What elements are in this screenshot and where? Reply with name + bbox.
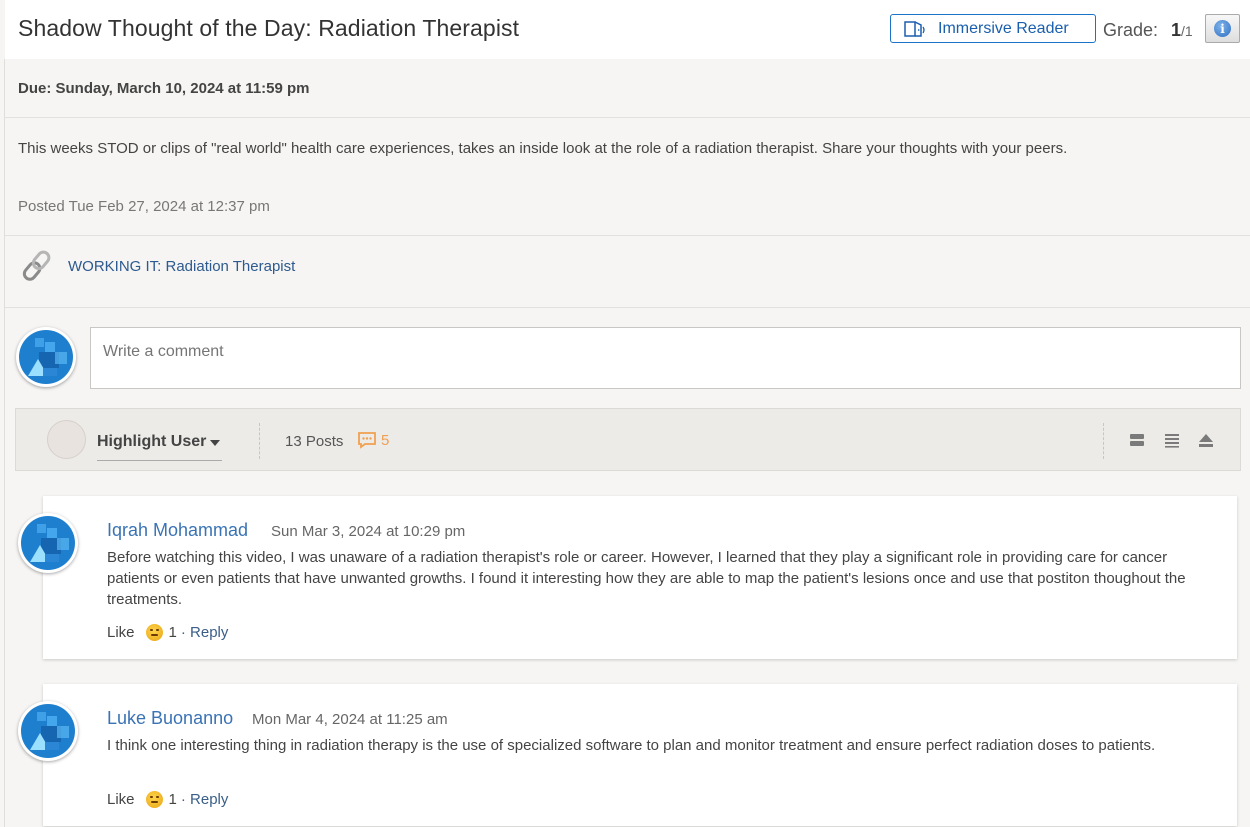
post-date: Mon Mar 4, 2024 at 11:25 am [252,711,448,728]
collapse-view-icon[interactable] [1198,432,1214,448]
reply-button[interactable]: · Reply [181,791,229,808]
author-avatar[interactable] [18,701,78,761]
grade-score: 1 [1171,20,1182,40]
highlight-user-dropdown[interactable]: Highlight User [97,429,222,461]
page-title: Shadow Thought of the Day: Radiation The… [18,15,520,41]
post-body: I think one interesting thing in radiati… [107,737,1156,754]
author-avatar[interactable] [18,513,78,573]
divider [5,235,1250,236]
posts-count: 13 Posts [285,433,344,450]
left-border [4,59,5,827]
comment-bubble-icon [358,432,376,449]
post-author[interactable]: Luke Buonanno [107,708,233,729]
post-actions: Like 1 · Reply [107,791,228,808]
reply-button[interactable]: · Reply [181,624,229,641]
unread-count: 5 [381,431,390,449]
grade-total: /1 [1181,23,1193,39]
like-count: 1 [168,791,177,808]
toolbar-separator [1103,423,1104,459]
immersive-reader-label: Immersive Reader [938,19,1069,37]
chain-link-icon [22,250,51,281]
comment-input[interactable] [90,327,1241,389]
post-actions: Like 1 · Reply [107,624,228,641]
post-date: Sun Mar 3, 2024 at 10:29 pm [271,523,466,540]
grade-info-button[interactable]: i [1205,14,1240,43]
avatar-pattern-icon [28,338,67,376]
reaction-emoji-icon [145,624,163,641]
avatar-pattern-icon [30,524,69,562]
highlight-user-avatar [47,420,86,459]
immersive-reader-icon [904,20,925,37]
page-header: Shadow Thought of the Day: Radiation The… [5,0,1250,59]
resource-link-row: WORKING IT: Radiation Therapist [18,246,295,286]
post-card: Iqrah Mohammad Sun Mar 3, 2024 at 10:29 … [43,496,1237,659]
like-count: 1 [168,624,177,641]
divider [5,117,1250,118]
post-card: Luke Buonanno Mon Mar 4, 2024 at 11:25 a… [43,684,1237,826]
reaction-emoji-icon [145,791,163,808]
due-date: Due: Sunday, March 10, 2024 at 11:59 pm [18,80,310,97]
grade-value: 1/1 [1171,20,1193,41]
avatar-pattern-icon [30,712,69,750]
toolbar-separator [259,423,260,459]
post-body: Before watching this video, I was unawar… [107,549,1186,608]
list-view-icon[interactable] [1164,432,1180,448]
divider [5,307,1250,308]
unread-comments-button[interactable]: 5 [357,431,389,449]
posted-date: Posted Tue Feb 27, 2024 at 12:37 pm [18,198,270,215]
discussion-toolbar: Highlight User 13 Posts 5 [15,408,1241,471]
resource-link[interactable]: WORKING IT: Radiation Therapist [68,258,295,275]
like-button[interactable]: Like [107,624,135,641]
like-button[interactable]: Like [107,791,135,808]
grade-label: Grade: [1103,20,1159,40]
expand-view-icon[interactable] [1129,432,1145,448]
info-icon: i [1214,20,1231,37]
current-user-avatar [16,327,76,387]
post-author[interactable]: Iqrah Mohammad [107,520,248,541]
immersive-reader-button[interactable]: Immersive Reader [890,14,1096,43]
assignment-description: This weeks STOD or clips of "real world"… [18,140,1068,157]
caret-down-icon [210,440,220,446]
highlight-user-label: Highlight User [97,433,207,450]
